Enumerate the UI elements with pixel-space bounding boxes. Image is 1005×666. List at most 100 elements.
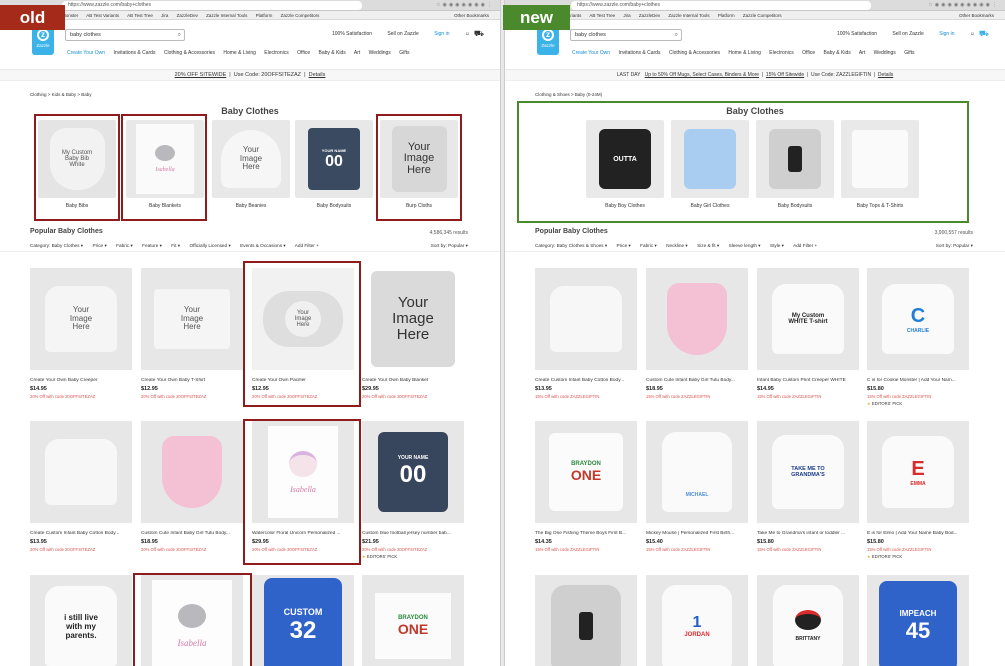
bookmark[interactable]: Jira [161, 13, 168, 18]
bookmark[interactable]: AB Test Tree [589, 13, 615, 18]
satisfaction-link[interactable]: 100% Satisfaction [837, 31, 877, 37]
cart-icon[interactable]: ⛟ [979, 29, 989, 39]
product-card[interactable]: MICHAEL Mickey Mouse | Personalized Firs… [646, 421, 748, 552]
product-card[interactable]: Custom Cute Infant Baby Girl Tutu Body..… [141, 421, 243, 552]
product-name[interactable]: Custom Cute Infant Baby Girl Tutu Body..… [141, 531, 243, 536]
zazzle-logo[interactable]: z Zazzle [32, 26, 54, 55]
product-card[interactable]: TAKE ME TO GRANDMA'S Take Me to Grandma'… [757, 421, 859, 552]
product-name[interactable]: Infant Baby Custom Print Creeper WHITE [757, 378, 859, 383]
add-filter-button[interactable]: Add Filter + [793, 243, 817, 248]
promo-details-link[interactable]: Details [309, 72, 326, 78]
bookmark[interactable]: Zazzle Internal Tools [668, 13, 709, 18]
product-name[interactable]: Custom blue football jersey number bab..… [362, 531, 464, 536]
zazzle-logo[interactable]: z Zazzle [537, 26, 559, 55]
product-card[interactable]: i still live with my parents. [30, 575, 132, 666]
filter-category[interactable]: Category: Baby Clothes ▾ [30, 243, 83, 248]
address-bar[interactable]: https://www.zazzle.com/baby+clothes [571, 1, 871, 10]
nav-art[interactable]: Art [354, 50, 360, 56]
extension-icons[interactable]: ☆◉◉◉◉◉◉◉◉◉⋮ [928, 2, 999, 8]
nav-clothing[interactable]: Clothing & Accessories [669, 50, 720, 56]
product-name[interactable]: C is for Cookie Monster | Add Your Nam..… [867, 378, 969, 383]
signin-link[interactable]: Sign in [939, 31, 954, 37]
product-card[interactable]: My Custom WHITE T-shirt Infant Baby Cust… [757, 268, 859, 399]
product-card[interactable]: CUSTOM 32 [252, 575, 354, 666]
nav-clothing[interactable]: Clothing & Accessories [164, 50, 215, 56]
filter-sleeve[interactable]: Sleeve length ▾ [729, 243, 761, 248]
bookmark[interactable]: Platform [718, 13, 735, 18]
nav-invitations[interactable]: Invitations & Cards [618, 50, 660, 56]
product-name[interactable]: E is for Elmo | Add Your Name Baby Bod..… [867, 531, 969, 536]
promo-offer[interactable]: Up to 50% Off Mugs, Select Cases, Binder… [645, 72, 759, 78]
product-name[interactable]: Create Your Own Baby Blanket [362, 378, 464, 383]
extension-icons[interactable]: ☆◉◉◉◉◉◉◉⋮ [436, 2, 494, 8]
nav-electronics[interactable]: Electronics [769, 50, 793, 56]
category-baby-bodysuits[interactable]: YOUR NAME 00 Baby Bodysuits [295, 120, 373, 209]
filter-size-fit[interactable]: Size & fit ▾ [697, 243, 719, 248]
product-card[interactable]: Create Custom Infant Baby Cotton Body...… [535, 268, 637, 399]
breadcrumb[interactable]: Clothing > Kids & Baby > Baby [30, 92, 500, 97]
add-filter-button[interactable]: Add Filter + [295, 243, 319, 248]
product-name[interactable]: The Big One Fishing Theme Boys First B..… [535, 531, 637, 536]
product-card[interactable]: YOUR NAME 00 Custom blue football jersey … [362, 421, 464, 559]
search-icon[interactable]: ⌕ [178, 30, 181, 40]
filter-fit[interactable]: Fit ▾ [171, 243, 180, 248]
bookmark[interactable]: Zazzle Competitors [281, 13, 320, 18]
nav-office[interactable]: Office [802, 50, 815, 56]
filter-events[interactable]: Events & Occasions ▾ [240, 243, 286, 248]
address-bar[interactable]: https://www.zazzle.com/baby+clothes [62, 1, 362, 10]
bookmark[interactable]: Zazzle Competitors [743, 13, 782, 18]
bookmark[interactable]: Zazzle Internal Tools [206, 13, 247, 18]
nav-gifts[interactable]: Gifts [399, 50, 409, 56]
product-card[interactable]: Create Custom Infant Baby Cotton Body...… [30, 421, 132, 552]
product-card[interactable]: BRITTANY [757, 575, 859, 666]
filter-price[interactable]: Price ▾ [617, 243, 631, 248]
nav-baby-kids[interactable]: Baby & Kids [823, 50, 850, 56]
sort-dropdown[interactable]: Sort by: Popular ▾ [431, 243, 468, 249]
filter-neckline[interactable]: Neckline ▾ [666, 243, 688, 248]
bookmark[interactable]: ZazzleDev [177, 13, 198, 18]
product-name[interactable]: Mickey Mouse | Personalized First Birth.… [646, 531, 748, 536]
other-bookmarks[interactable]: Other Bookmarks [454, 11, 489, 20]
breadcrumb[interactable]: Clothing & Shoes > Baby (0-24M) [535, 92, 1005, 97]
product-name[interactable]: Create Your Own Baby Creeper [30, 378, 132, 383]
account-icon[interactable]: ☺ [970, 31, 975, 37]
cart-icon[interactable]: ⛟ [474, 29, 484, 39]
filter-price[interactable]: Price ▾ [92, 243, 106, 248]
product-name[interactable]: Create Custom Infant Baby Cotton Body... [535, 378, 637, 383]
nav-office[interactable]: Office [297, 50, 310, 56]
product-card[interactable] [535, 575, 637, 666]
promo-offer[interactable]: 20% OFF SITEWIDE [175, 72, 227, 78]
product-name[interactable]: Take Me to Grandma's infant or toddler .… [757, 531, 859, 536]
filter-feature[interactable]: Feature ▾ [142, 243, 162, 248]
nav-weddings[interactable]: Weddings [874, 50, 896, 56]
nav-baby-kids[interactable]: Baby & Kids [318, 50, 345, 56]
sell-link[interactable]: Sell on Zazzle [387, 31, 418, 37]
category-baby-beanies[interactable]: Your Image Here Baby Beanies [212, 120, 290, 209]
nav-art[interactable]: Art [859, 50, 865, 56]
account-icon[interactable]: ☺ [465, 31, 470, 37]
product-card[interactable]: Your Image Here Create Your Own Baby T-S… [141, 268, 243, 399]
filter-fabric[interactable]: Fabric ▾ [116, 243, 133, 248]
product-name[interactable]: Custom Cute Infant Baby Girl Tutu Body..… [646, 378, 748, 383]
signin-link[interactable]: Sign in [434, 31, 449, 37]
product-card[interactable]: 1 JORDAN [646, 575, 748, 666]
sell-link[interactable]: Sell on Zazzle [892, 31, 923, 37]
product-card[interactable]: E EMMA E is for Elmo | Add Your Name Baby… [867, 421, 969, 559]
product-card[interactable]: C CHARLIE C is for Cookie Monster | Add Y… [867, 268, 969, 406]
promo-offer-2[interactable]: 15% Off Sitewide [766, 72, 804, 78]
product-card[interactable]: Your Image Here Create Your Own Baby Bla… [362, 268, 464, 399]
other-bookmarks[interactable]: Other Bookmarks [959, 11, 994, 20]
nav-home[interactable]: Home & Living [223, 50, 256, 56]
filter-fabric[interactable]: Fabric ▾ [640, 243, 657, 248]
search-input[interactable]: baby clothes ⌕ [570, 29, 682, 41]
satisfaction-link[interactable]: 100% Satisfaction [332, 31, 372, 37]
nav-electronics[interactable]: Electronics [264, 50, 288, 56]
bookmark[interactable]: AB Test Variants [86, 13, 119, 18]
bookmark[interactable]: ZazzleDev [639, 13, 660, 18]
nav-gifts[interactable]: Gifts [904, 50, 914, 56]
bookmark[interactable]: Platform [256, 13, 273, 18]
filter-category[interactable]: Category: Baby Clothes & Shoes ▾ [535, 243, 607, 248]
product-card[interactable]: IMPEACH 45 [867, 575, 969, 666]
promo-details-link[interactable]: Details [878, 72, 893, 78]
sort-dropdown[interactable]: Sort by: Popular ▾ [936, 243, 973, 249]
